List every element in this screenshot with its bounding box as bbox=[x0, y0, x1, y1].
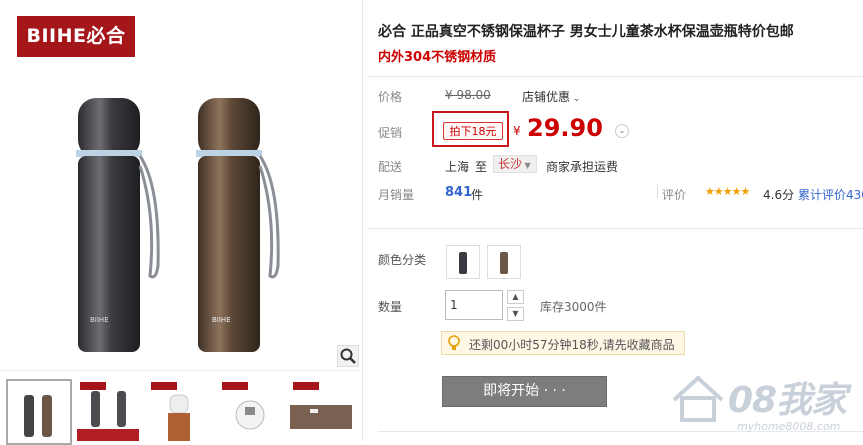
chevron-down-icon: ⌄ bbox=[570, 94, 581, 104]
rating-label: 评价 bbox=[662, 188, 687, 202]
color-swatch-brown[interactable] bbox=[487, 245, 521, 279]
stock-count: 库存3000件 bbox=[540, 300, 607, 314]
quantity-increase-button[interactable]: ▲ bbox=[507, 290, 524, 304]
quantity-decrease-button[interactable]: ▼ bbox=[507, 307, 524, 321]
currency-symbol: ¥ bbox=[513, 124, 521, 138]
promo-tag: 拍下18元 bbox=[443, 122, 503, 140]
lightbulb-icon bbox=[447, 334, 461, 356]
thumbnail-strip bbox=[0, 370, 362, 445]
svg-text:BIIHE: BIIHE bbox=[90, 316, 109, 324]
thumbnail-2[interactable] bbox=[77, 379, 139, 441]
watermark-text: 08我家 bbox=[728, 380, 847, 421]
thumbnail-3[interactable] bbox=[148, 379, 210, 441]
ship-to-word: 至 bbox=[475, 160, 488, 174]
promo-price: 29.90 bbox=[527, 114, 603, 142]
thumbnail-brand-mark bbox=[293, 382, 319, 390]
thumbnail-brand-mark bbox=[80, 382, 106, 390]
star-rating-icon: ★★★★★ bbox=[705, 185, 750, 198]
magnifier-icon bbox=[340, 348, 356, 364]
main-product-image[interactable]: BIIHE BIIHE bbox=[60, 90, 300, 360]
thumbnail-5[interactable] bbox=[290, 379, 352, 441]
watermark-url: myhome8008.com bbox=[737, 420, 841, 433]
coming-soon-button[interactable]: 即将开始 · · · bbox=[442, 376, 607, 407]
original-price: ¥ 98.00 bbox=[445, 88, 491, 102]
thumbnail-brand-mark bbox=[151, 382, 177, 390]
divider bbox=[368, 76, 863, 77]
chevron-down-icon[interactable]: ⌄ bbox=[615, 124, 629, 138]
chevron-down-icon: ▼ bbox=[522, 161, 531, 170]
thumbnail-1[interactable] bbox=[6, 379, 72, 445]
rating-score: 4.6分 bbox=[763, 188, 795, 202]
monthly-sales-label: 月销量 bbox=[378, 188, 415, 202]
shipping-fee-note: 商家承担运费 bbox=[546, 160, 619, 174]
product-subtitle: 内外304不锈钢材质 bbox=[378, 50, 497, 65]
divider bbox=[368, 228, 863, 229]
delivery-label: 配送 bbox=[378, 160, 403, 174]
brand-logo: BIIHE必合 bbox=[17, 16, 135, 57]
promo-label: 促销 bbox=[378, 126, 403, 140]
house-icon bbox=[672, 375, 724, 422]
total-reviews-link[interactable]: 累计评价430 bbox=[798, 186, 863, 203]
sales-unit: 件 bbox=[471, 188, 484, 202]
shop-discount-label: 店铺优惠 bbox=[522, 90, 571, 104]
svg-text:BIIHE: BIIHE bbox=[212, 316, 231, 324]
quantity-input[interactable] bbox=[445, 290, 503, 320]
thumbnail-brand-mark bbox=[222, 382, 248, 390]
thumbnail-4[interactable] bbox=[219, 379, 281, 441]
countdown-text: 还剩00小时57分钟18秒,请先收藏商品 bbox=[469, 338, 675, 352]
monthly-sales-count: 841 bbox=[445, 185, 473, 200]
product-title: 必合 正品真空不锈钢保温杯子 男女士儿童茶水杯保温壶瓶特价包邮 bbox=[378, 24, 794, 40]
quantity-label: 数量 bbox=[378, 300, 403, 314]
product-gallery: BIIHE必合 BIIHE BIIHE bbox=[0, 0, 363, 445]
price-label: 价格 bbox=[378, 90, 403, 104]
divider bbox=[657, 184, 658, 198]
city-select[interactable]: 长沙 ▼ bbox=[493, 155, 537, 173]
zoom-button[interactable] bbox=[337, 345, 359, 367]
ship-from: 上海 bbox=[445, 160, 470, 174]
shop-discount-dropdown[interactable]: 店铺优惠 ⌄ bbox=[522, 88, 580, 105]
color-label: 颜色分类 bbox=[378, 253, 427, 267]
color-swatch-black[interactable] bbox=[446, 245, 480, 279]
city-select-value: 长沙 bbox=[498, 157, 523, 171]
